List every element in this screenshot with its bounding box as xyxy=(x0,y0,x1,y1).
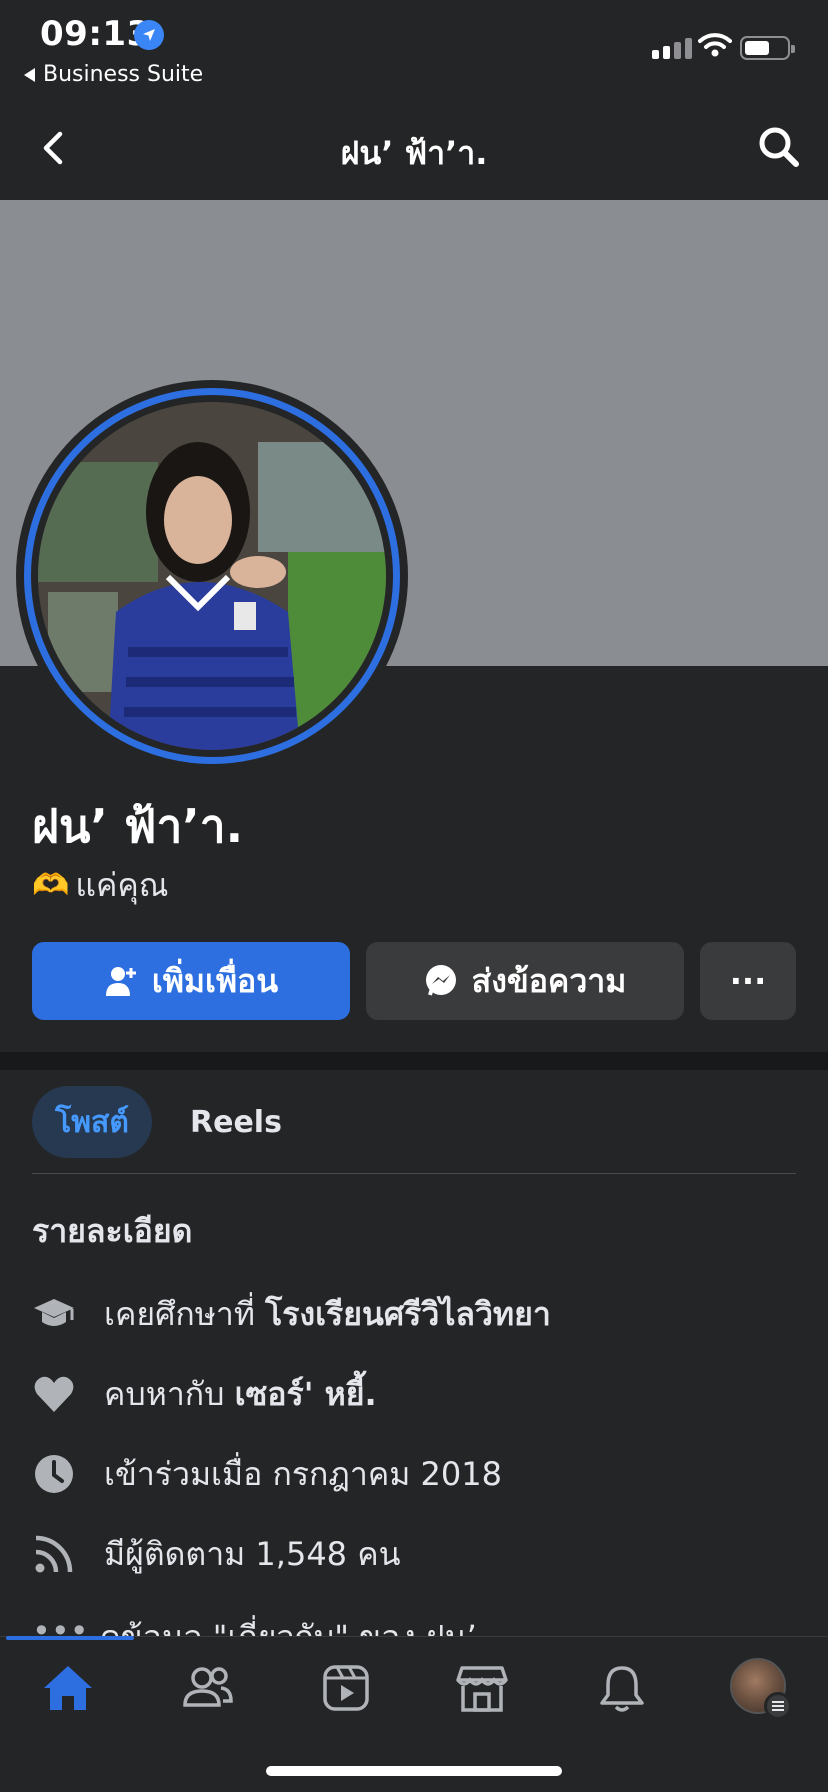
relationship-partner[interactable]: เซอร์' หยี้. xyxy=(235,1375,377,1413)
back-to-app-link[interactable]: Business Suite xyxy=(24,62,203,87)
bio-text: แค่คุณ xyxy=(75,866,169,904)
add-friend-button[interactable]: เพิ่มเพื่อน xyxy=(32,942,350,1020)
battery-icon xyxy=(740,36,795,60)
detail-followers[interactable]: มีผู้ติดตาม 1,548 คน xyxy=(32,1524,400,1584)
back-app-label: Business Suite xyxy=(43,62,204,87)
education-prefix: เคยศึกษาที่ xyxy=(104,1294,255,1333)
cellular-signal-icon xyxy=(652,38,692,59)
message-button[interactable]: ส่งข้อความ xyxy=(366,942,684,1020)
bell-icon[interactable] xyxy=(594,1660,650,1716)
more-options-button[interactable]: ··· xyxy=(700,942,796,1020)
add-friend-label: เพิ่มเพื่อน xyxy=(151,961,279,1000)
add-friend-icon xyxy=(105,967,136,996)
profile-picture[interactable] xyxy=(16,380,408,772)
profile-page: 09:13 Business Suite ฝน’ ฟ้า’า. ฝน’ ฟ้า’… xyxy=(0,0,828,1792)
relationship-prefix: คบหากับ xyxy=(104,1374,225,1413)
details-title: รายละเอียด xyxy=(32,1212,193,1250)
detail-joined: เข้าร่วมเมื่อ กรกฎาคม 2018 xyxy=(32,1444,502,1504)
detail-education[interactable]: เคยศึกษาที่ โรงเรียนศรีวิไลวิทยา xyxy=(32,1284,551,1344)
joined-text: เข้าร่วมเมื่อ กรกฎาคม 2018 xyxy=(104,1454,502,1493)
education-school[interactable]: โรงเรียนศรีวิไลวิทยา xyxy=(265,1295,551,1333)
more-icon: ··· xyxy=(729,962,767,1000)
video-icon[interactable] xyxy=(318,1660,374,1716)
messenger-icon xyxy=(425,965,456,996)
rss-icon xyxy=(32,1532,76,1576)
tab-reels[interactable]: Reels xyxy=(190,1086,282,1158)
home-indicator xyxy=(266,1766,562,1776)
home-icon[interactable] xyxy=(40,1660,96,1716)
search-icon[interactable] xyxy=(756,124,802,170)
heart-icon xyxy=(32,1372,76,1416)
menu-icon xyxy=(764,1692,792,1720)
profile-bio: 🫶 แค่คุณ xyxy=(32,860,168,911)
friends-icon[interactable] xyxy=(180,1660,236,1716)
clock-icon xyxy=(32,1452,76,1496)
tab-divider xyxy=(32,1173,796,1174)
wifi-icon xyxy=(698,32,732,62)
active-tab-indicator xyxy=(6,1636,134,1640)
marketplace-icon[interactable] xyxy=(454,1660,510,1716)
story-ring xyxy=(24,388,400,764)
detail-relationship[interactable]: คบหากับ เซอร์' หยี้. xyxy=(32,1364,377,1424)
followers-text: มีผู้ติดตาม 1,548 คน xyxy=(104,1534,401,1573)
message-label: ส่งข้อความ xyxy=(471,961,627,1000)
location-arrow-icon xyxy=(134,20,164,50)
tab-posts[interactable]: โพสต์ xyxy=(32,1086,152,1158)
nav-title: ฝน’ ฟ้า’า. xyxy=(340,134,488,172)
section-divider xyxy=(0,1052,828,1070)
profile-name: ฝน’ ฟ้า’า. xyxy=(32,799,244,853)
graduation-cap-icon xyxy=(32,1292,76,1336)
avatar xyxy=(38,402,386,750)
back-triangle-icon xyxy=(24,67,35,82)
heart-hands-icon: 🫶 xyxy=(32,868,70,903)
